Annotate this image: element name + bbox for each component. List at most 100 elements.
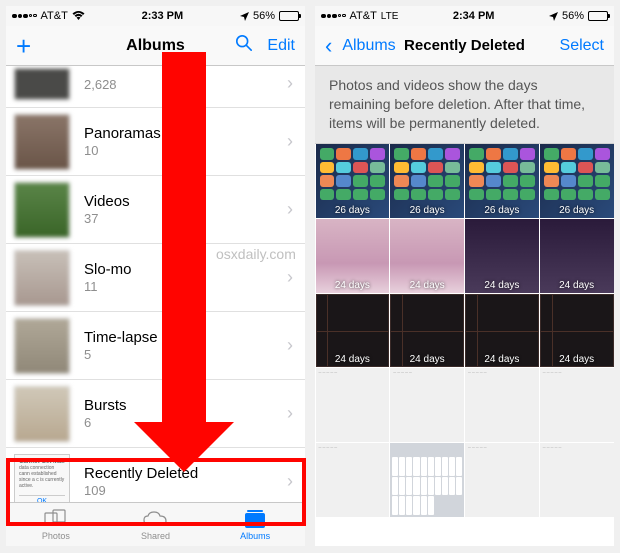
album-thumbnail	[14, 182, 70, 238]
photo-thumbnail[interactable]: 26 days	[540, 144, 614, 218]
days-remaining-label: 24 days	[316, 354, 390, 365]
chevron-right-icon: ›	[287, 199, 293, 220]
photo-thumbnail[interactable]: ─ ─ ─ ─ ─	[540, 443, 614, 517]
alert-ok: OK	[19, 495, 65, 503]
status-time: 2:34 PM	[453, 10, 495, 22]
tab-albums[interactable]: Albums	[225, 508, 285, 541]
status-bar: AT&T LTE 2:34 PM 56%	[315, 6, 614, 26]
tab-label: Shared	[141, 531, 170, 541]
photo-thumbnail[interactable]: 24 days	[390, 294, 464, 368]
days-remaining-label: 24 days	[390, 280, 464, 291]
album-count: 109	[84, 483, 287, 498]
photo-thumbnail[interactable]: ─ ─ ─ ─ ─	[465, 368, 539, 442]
photo-thumbnail[interactable]: 26 days	[316, 144, 390, 218]
album-count: 10	[84, 143, 287, 158]
album-name: Panoramas	[84, 125, 287, 142]
battery-percent: 56%	[562, 10, 584, 22]
photo-thumbnail[interactable]: ─ ─ ─ ─ ─	[316, 368, 390, 442]
album-row[interactable]: 2,628 ›	[6, 66, 305, 108]
album-count: 2,628	[84, 77, 287, 92]
album-row-recently-deleted[interactable]: Cannot Get Mail data connection cann est…	[6, 448, 305, 502]
albums-icon	[242, 508, 268, 530]
photo-thumbnail[interactable]: ─ ─ ─ ─ ─	[465, 443, 539, 517]
location-icon	[240, 12, 249, 21]
days-remaining-label: 26 days	[316, 205, 390, 216]
photo-grid[interactable]: 26 days26 days26 days26 days24 days24 da…	[315, 144, 614, 546]
photo-thumbnail[interactable]: ─ ─ ─ ─ ─	[540, 368, 614, 442]
days-remaining-label: 26 days	[540, 205, 614, 216]
phone-left: AT&T 2:33 PM 56% + Albums Edit	[6, 6, 305, 546]
back-button[interactable]: ‹ Albums	[325, 33, 396, 59]
photo-thumbnail[interactable]: ─ ─ ─ ─ ─	[390, 368, 464, 442]
album-name: Videos	[84, 193, 287, 210]
photo-thumbnail[interactable]: 26 days	[465, 144, 539, 218]
photo-thumbnail[interactable]: 24 days	[390, 219, 464, 293]
chevron-right-icon: ›	[287, 471, 293, 492]
photo-thumbnail[interactable]	[390, 443, 464, 517]
album-row[interactable]: Time-lapse 5 ›	[6, 312, 305, 380]
carrier-label: AT&T	[41, 10, 68, 22]
days-remaining-label: 24 days	[316, 280, 390, 291]
album-thumbnail	[14, 68, 70, 100]
chevron-right-icon: ›	[287, 403, 293, 424]
network-label: LTE	[381, 11, 399, 22]
photo-thumbnail[interactable]: 24 days	[540, 219, 614, 293]
location-icon	[549, 12, 558, 21]
tab-photos[interactable]: Photos	[26, 508, 86, 541]
photos-icon	[43, 508, 69, 530]
photo-thumbnail[interactable]: 24 days	[465, 294, 539, 368]
album-count: 5	[84, 347, 287, 362]
battery-icon	[279, 11, 299, 21]
days-remaining-label: 24 days	[465, 354, 539, 365]
album-thumbnail	[14, 114, 70, 170]
days-remaining-label: 26 days	[465, 205, 539, 216]
photo-thumbnail[interactable]: 24 days	[316, 294, 390, 368]
signal-strength-icon	[321, 14, 346, 19]
search-button[interactable]	[235, 34, 253, 57]
photo-thumbnail[interactable]: 24 days	[540, 294, 614, 368]
album-count: 6	[84, 415, 287, 430]
days-remaining-label: 24 days	[540, 354, 614, 365]
photo-thumbnail[interactable]: 26 days	[390, 144, 464, 218]
album-row[interactable]: Slo-mo 11 ›	[6, 244, 305, 312]
photo-thumbnail[interactable]: 24 days	[316, 219, 390, 293]
chevron-right-icon: ›	[287, 267, 293, 288]
albums-list[interactable]: 2,628 › Panoramas 10 › Videos 37 ›	[6, 66, 305, 502]
select-button[interactable]: Select	[560, 37, 604, 55]
album-thumbnail	[14, 250, 70, 306]
nav-bar: ‹ Albums Recently Deleted Select	[315, 26, 614, 66]
album-count: 37	[84, 211, 287, 226]
album-row[interactable]: Videos 37 ›	[6, 176, 305, 244]
chevron-left-icon: ‹	[325, 33, 332, 59]
album-row[interactable]: Bursts 6 ›	[6, 380, 305, 448]
chevron-right-icon: ›	[287, 335, 293, 356]
photo-thumbnail[interactable]: ─ ─ ─ ─ ─	[316, 443, 390, 517]
edit-button[interactable]: Edit	[267, 37, 295, 55]
tab-shared[interactable]: Shared	[125, 508, 185, 541]
album-count: 11	[84, 279, 287, 294]
signal-strength-icon	[12, 14, 37, 19]
album-row[interactable]: Panoramas 10 ›	[6, 108, 305, 176]
phone-right: AT&T LTE 2:34 PM 56% ‹ Albums Recently D…	[315, 6, 614, 546]
carrier-label: AT&T	[350, 10, 377, 22]
back-label: Albums	[342, 37, 395, 55]
tab-bar: Photos Shared Albums	[6, 502, 305, 546]
album-name: Recently Deleted	[84, 465, 287, 482]
album-thumbnail	[14, 386, 70, 442]
info-banner: Photos and videos show the days remainin…	[315, 66, 614, 144]
status-bar: AT&T 2:33 PM 56%	[6, 6, 305, 26]
album-name: Time-lapse	[84, 329, 287, 346]
album-thumbnail: Cannot Get Mail data connection cann est…	[14, 454, 70, 503]
battery-icon	[588, 11, 608, 21]
days-remaining-label: 24 days	[540, 280, 614, 291]
cloud-icon	[142, 508, 168, 530]
days-remaining-label: 26 days	[390, 205, 464, 216]
alert-body: data connection cann established since a…	[19, 465, 64, 489]
days-remaining-label: 24 days	[465, 280, 539, 291]
add-button[interactable]: +	[16, 33, 31, 59]
tab-label: Albums	[240, 531, 270, 541]
photo-thumbnail[interactable]: 24 days	[465, 219, 539, 293]
tab-label: Photos	[42, 531, 70, 541]
wifi-icon	[72, 11, 85, 21]
days-remaining-label: 24 days	[390, 354, 464, 365]
